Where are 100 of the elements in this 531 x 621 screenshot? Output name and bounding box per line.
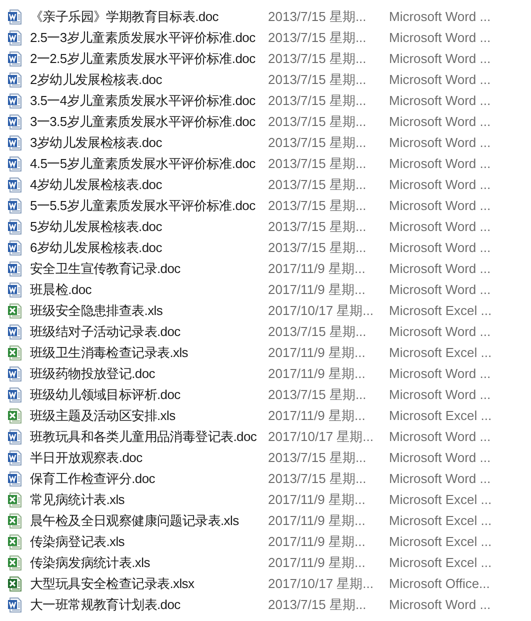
date-modified: 2017/11/9 星期... <box>268 364 366 383</box>
file-type: Microsoft Word ... <box>389 8 491 26</box>
spreadsheet-icon <box>7 576 23 592</box>
date-modified: 2013/7/15 星期... <box>268 92 368 110</box>
file-name[interactable]: 2.5一3岁儿童素质发展水平评价标准.doc <box>30 28 256 48</box>
word-document-icon <box>7 92 23 108</box>
file-name[interactable]: 5岁幼儿发展检核表.doc <box>30 216 162 236</box>
spreadsheet-icon <box>7 302 23 318</box>
word-document-icon <box>7 470 23 486</box>
date-modified: 2017/11/9 星期... <box>268 344 366 362</box>
date-modified: 2013/7/15 星期... <box>268 322 368 341</box>
word-document-icon <box>7 8 23 24</box>
date-modified: 2017/10/17 星期... <box>268 428 375 446</box>
file-type: Microsoft Word ... <box>389 196 491 215</box>
file-name[interactable]: 班晨检.doc <box>30 280 92 300</box>
file-name[interactable]: 5一5.5岁儿童素质发展水平评价标准.doc <box>30 196 256 216</box>
file-type: Microsoft Word ... <box>389 470 491 488</box>
file-name[interactable]: 晨午检及全日观察健康问题记录表.xls <box>30 510 239 530</box>
file-name[interactable]: 大一班常规教育计划表.doc <box>30 594 180 614</box>
date-modified: 2013/7/15 星期... <box>268 196 368 215</box>
word-document-icon <box>7 134 23 150</box>
date-modified: 2013/7/15 星期... <box>268 218 368 236</box>
word-document-icon <box>7 324 23 340</box>
spreadsheet-icon <box>7 554 23 570</box>
word-document-icon <box>7 218 23 234</box>
date-modified: 2013/7/15 星期... <box>268 112 368 131</box>
file-type: Microsoft Word ... <box>389 364 491 383</box>
date-modified: 2017/11/9 星期... <box>268 512 366 530</box>
file-name[interactable]: 班级安全隐患排查表.xls <box>30 300 163 320</box>
file-name[interactable]: 安全卫生宣传教育记录.doc <box>30 258 180 278</box>
file-type: Microsoft Word ... <box>389 260 491 278</box>
file-type: Microsoft Word ... <box>389 218 491 236</box>
file-type: Microsoft Excel ... <box>389 554 492 572</box>
file-name[interactable]: 保育工作检查评分.doc <box>30 468 155 488</box>
file-type: Microsoft Excel ... <box>389 532 492 551</box>
file-type: Microsoft Word ... <box>389 70 491 89</box>
file-type: Microsoft Word ... <box>389 112 491 131</box>
file-name[interactable]: 半日开放观察表.doc <box>30 448 142 468</box>
file-name[interactable]: 大型玩具安全检查记录表.xlsx <box>30 574 194 594</box>
spreadsheet-icon <box>7 534 23 550</box>
word-document-icon <box>7 240 23 256</box>
file-type: Microsoft Word ... <box>389 28 491 47</box>
date-modified: 2017/11/9 星期... <box>268 406 366 425</box>
word-document-icon <box>7 596 23 612</box>
file-type: Microsoft Word ... <box>389 386 491 404</box>
file-type: Microsoft Excel ... <box>389 302 492 320</box>
file-name[interactable]: 4岁幼儿发展检核表.doc <box>30 174 162 194</box>
date-modified: 2017/11/9 星期... <box>268 260 366 278</box>
file-type: Microsoft Excel ... <box>389 406 492 425</box>
file-name[interactable]: 4.5一5岁儿童素质发展水平评价标准.doc <box>30 154 256 174</box>
file-type: Microsoft Office... <box>389 574 490 593</box>
file-type: Microsoft Excel ... <box>389 490 492 509</box>
file-type: Microsoft Word ... <box>389 322 491 341</box>
word-document-icon <box>7 156 23 172</box>
file-type: Microsoft Excel ... <box>389 512 492 530</box>
word-document-icon <box>7 72 23 88</box>
file-type: Microsoft Word ... <box>389 596 491 614</box>
file-name[interactable]: 6岁幼儿发展检核表.doc <box>30 238 162 258</box>
file-name[interactable]: 传染病登记表.xls <box>30 532 125 552</box>
date-modified: 2013/7/15 星期... <box>268 596 368 614</box>
file-name[interactable]: 班级幼儿领域目标评析.doc <box>30 384 180 404</box>
date-modified: 2017/10/17 星期... <box>268 574 375 593</box>
file-name[interactable]: 2一2.5岁儿童素质发展水平评价标准.doc <box>30 48 256 68</box>
date-modified: 2013/7/15 星期... <box>268 28 368 47</box>
date-modified: 2013/7/15 星期... <box>268 176 368 194</box>
file-name[interactable]: 班教玩具和各类儿童用品消毒登记表.doc <box>30 426 257 446</box>
date-modified: 2017/11/9 星期... <box>268 490 366 509</box>
file-name[interactable]: 班级卫生消毒检查记录表.xls <box>30 342 188 362</box>
word-document-icon <box>7 428 23 444</box>
file-name[interactable]: 3.5一4岁儿童素质发展水平评价标准.doc <box>30 90 256 110</box>
spreadsheet-icon <box>7 512 23 528</box>
date-modified: 2013/7/15 星期... <box>268 386 368 404</box>
date-modified: 2013/7/15 星期... <box>268 448 368 467</box>
date-modified: 2013/7/15 星期... <box>268 8 368 26</box>
file-type: Microsoft Excel ... <box>389 344 492 362</box>
file-name[interactable]: 《亲子乐园》学期教育目标表.doc <box>30 6 218 26</box>
file-name[interactable]: 常见病统计表.xls <box>30 490 125 510</box>
word-document-icon <box>7 260 23 276</box>
file-type: Microsoft Word ... <box>389 50 491 68</box>
spreadsheet-icon <box>7 408 23 424</box>
file-name[interactable]: 班级主题及活动区安排.xls <box>30 406 176 426</box>
word-document-icon <box>7 50 23 66</box>
word-document-icon <box>7 198 23 214</box>
date-modified: 2013/7/15 星期... <box>268 154 368 173</box>
file-name[interactable]: 传染病发病统计表.xls <box>30 552 150 572</box>
word-document-icon <box>7 30 23 46</box>
date-modified: 2017/10/17 星期... <box>268 302 375 320</box>
date-modified: 2013/7/15 星期... <box>268 50 368 68</box>
date-modified: 2013/7/15 星期... <box>268 470 368 488</box>
file-name[interactable]: 班级结对子活动记录表.doc <box>30 322 180 342</box>
file-name[interactable]: 3一3.5岁儿童素质发展水平评价标准.doc <box>30 112 256 132</box>
date-modified: 2017/11/9 星期... <box>268 532 366 551</box>
word-document-icon <box>7 366 23 382</box>
file-type: Microsoft Word ... <box>389 448 491 467</box>
file-name[interactable]: 2岁幼儿发展检核表.doc <box>30 70 162 90</box>
file-name[interactable]: 班级药物投放登记.doc <box>30 364 155 384</box>
date-modified: 2013/7/15 星期... <box>268 134 368 152</box>
file-name[interactable]: 3岁幼儿发展检核表.doc <box>30 132 162 152</box>
spreadsheet-icon <box>7 344 23 360</box>
file-type: Microsoft Word ... <box>389 238 491 257</box>
